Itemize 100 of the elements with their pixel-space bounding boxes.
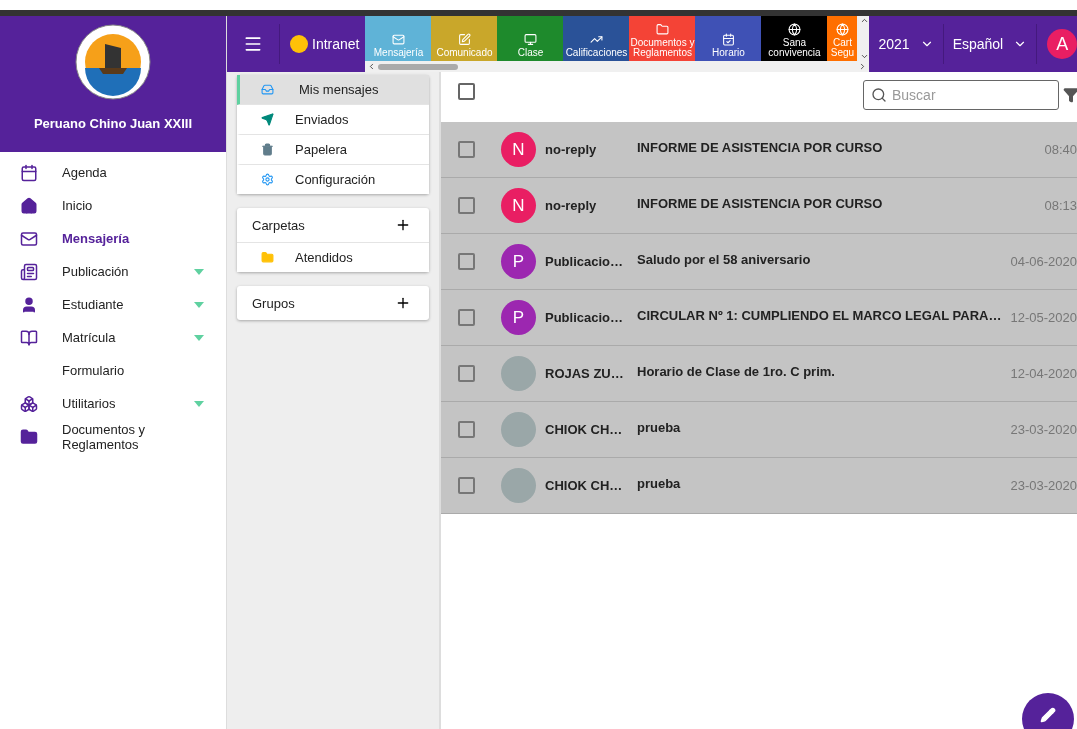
- sidebar-item[interactable]: Publicación: [0, 255, 226, 288]
- sender-name: Publicacio…: [545, 254, 625, 269]
- folder-icon: [261, 251, 274, 264]
- send-icon: [261, 113, 274, 126]
- message-subject: prueba: [637, 420, 682, 435]
- folders-title: Carpetas: [252, 217, 305, 233]
- school-name: Peruano Chino Juan XXIII: [33, 116, 193, 131]
- sender-avatar: P: [501, 300, 536, 335]
- folder-icon: [656, 23, 669, 36]
- message-row[interactable]: ROJAS ZU… Horario de Clase de 1ro. C prim. 12-04-2020: [441, 346, 1077, 402]
- sidebar-item[interactable]: Documentos y Reglamentos: [0, 420, 226, 453]
- message-checkbox[interactable]: [458, 253, 475, 270]
- globe-icon: [788, 23, 801, 36]
- message-date: 08:40: [1044, 142, 1077, 157]
- sidebar-icon: [20, 394, 38, 413]
- sender-name: no-reply: [545, 142, 598, 157]
- message-row[interactable]: N no-reply INFORME DE ASISTENCIA POR CURSO 08:13: [441, 178, 1077, 234]
- module-tile[interactable]: Sana convivencia: [761, 16, 828, 61]
- sender-avatar: N: [501, 132, 536, 167]
- add-group-button[interactable]: [395, 295, 411, 311]
- message-date: 04-06-2020: [1010, 254, 1077, 269]
- message-subject: CIRCULAR Nº 1: CUMPLIENDO EL MARCO LEGAL PARA…: [637, 308, 1003, 323]
- calendar-icon: [722, 33, 735, 46]
- message-subject: INFORME DE ASISTENCIA POR CURSO: [637, 196, 884, 211]
- module-tile[interactable]: Horario: [695, 16, 762, 61]
- message-checkbox[interactable]: [458, 141, 475, 158]
- menu-icon: [243, 34, 263, 54]
- add-folder-button[interactable]: [395, 217, 411, 233]
- plus-icon: [395, 217, 411, 233]
- user-avatar[interactable]: A: [1047, 29, 1077, 59]
- mail-menu-item[interactable]: Papelera: [237, 135, 429, 165]
- app-label: Intranet: [312, 36, 360, 52]
- sidebar-item[interactable]: Estudiante: [0, 288, 226, 321]
- globe-icon: [836, 23, 849, 36]
- message-subject: Saludo por el 58 aniversario: [637, 252, 812, 267]
- sidebar-icon: [20, 262, 38, 281]
- photo-placeholder: [501, 468, 536, 503]
- scroll-down-icon[interactable]: [860, 52, 869, 61]
- message-row[interactable]: P Publicacio… Saludo por el 58 aniversario 04-06-2020: [441, 234, 1077, 290]
- monitor-icon: [524, 33, 537, 46]
- sidebar-item[interactable]: Matrícula: [0, 321, 226, 354]
- caret-icon[interactable]: [194, 268, 204, 275]
- module-tile[interactable]: Calificaciones: [563, 16, 630, 61]
- caret-icon[interactable]: [194, 334, 204, 341]
- sender-name: CHIOK CH…: [545, 422, 624, 437]
- sidebar-icon: [20, 196, 38, 215]
- groups-title: Grupos: [252, 295, 295, 311]
- message-checkbox[interactable]: [458, 365, 475, 382]
- search-icon: [871, 87, 887, 103]
- module-tile[interactable]: Clase: [497, 16, 564, 61]
- message-subject: prueba: [637, 476, 682, 491]
- sidebar-item[interactable]: Inicio: [0, 189, 226, 222]
- sender-name: CHIOK CH…: [545, 478, 624, 493]
- sidebar-icon: [20, 328, 38, 347]
- message-checkbox[interactable]: [458, 421, 475, 438]
- message-checkbox[interactable]: [458, 477, 475, 494]
- message-row[interactable]: CHIOK CH… prueba 23-03-2020: [441, 402, 1077, 458]
- sidebar-item[interactable]: Formulario: [0, 354, 226, 387]
- mail-menu-item[interactable]: Configuración: [237, 165, 429, 194]
- pencil-icon: [1040, 706, 1056, 723]
- message-date: 23-03-2020: [1010, 478, 1077, 493]
- message-subject: Horario de Clase de 1ro. C prim.: [637, 364, 836, 379]
- year-select[interactable]: 2021: [869, 24, 944, 64]
- mail-icon: [392, 33, 405, 46]
- sender-name: ROJAS ZU…: [545, 366, 625, 381]
- photo-placeholder: [501, 412, 536, 447]
- inbox-icon: [261, 83, 274, 96]
- sidebar-item[interactable]: Utilitarios: [0, 387, 226, 420]
- message-date: 12-05-2020: [1010, 310, 1077, 325]
- sidebar-icon: [20, 427, 38, 446]
- mail-menu-item[interactable]: Mis mensajes: [237, 75, 429, 105]
- photo-placeholder: [501, 356, 536, 391]
- caret-icon[interactable]: [194, 301, 204, 308]
- sidebar-item[interactable]: Agenda: [0, 156, 226, 189]
- sidebar-icon: [20, 229, 38, 248]
- message-date: 23-03-2020: [1010, 422, 1077, 437]
- caret-icon[interactable]: [194, 400, 204, 407]
- scrollbar-thumb[interactable]: [378, 63, 459, 70]
- sidebar-icon: [20, 163, 38, 182]
- message-checkbox[interactable]: [458, 197, 475, 214]
- language-select[interactable]: Español: [943, 24, 1038, 64]
- sidebar-item[interactable]: Mensajería: [0, 222, 226, 255]
- message-row[interactable]: N no-reply INFORME DE ASISTENCIA POR CURSO 08:40: [441, 122, 1077, 178]
- mail-menu-item[interactable]: Enviados: [237, 105, 429, 135]
- sender-avatar: P: [501, 244, 536, 279]
- sender-name: Publicacio…: [545, 310, 625, 325]
- scroll-up-icon[interactable]: [860, 16, 869, 25]
- message-checkbox[interactable]: [458, 309, 475, 326]
- sidebar-icon: [20, 295, 38, 314]
- trash-icon: [261, 143, 274, 156]
- message-row[interactable]: P Publicacio… CIRCULAR Nº 1: CUMPLIENDO EL MARCO LEGAL PARA… 12-05-2020: [441, 290, 1077, 346]
- message-row[interactable]: CHIOK CH… prueba 23-03-2020: [441, 458, 1077, 514]
- message-date: 12-04-2020: [1010, 366, 1077, 381]
- message-subject: INFORME DE ASISTENCIA POR CURSO: [637, 140, 884, 155]
- module-tile[interactable]: Documentos y Reglamentos: [629, 16, 696, 61]
- filter-icon[interactable]: [1063, 87, 1077, 103]
- edit-icon: [458, 33, 471, 46]
- search-field[interactable]: Buscar: [863, 80, 1059, 110]
- select-all-checkbox[interactable]: [458, 83, 475, 100]
- folder-item[interactable]: Atendidos: [237, 243, 429, 272]
